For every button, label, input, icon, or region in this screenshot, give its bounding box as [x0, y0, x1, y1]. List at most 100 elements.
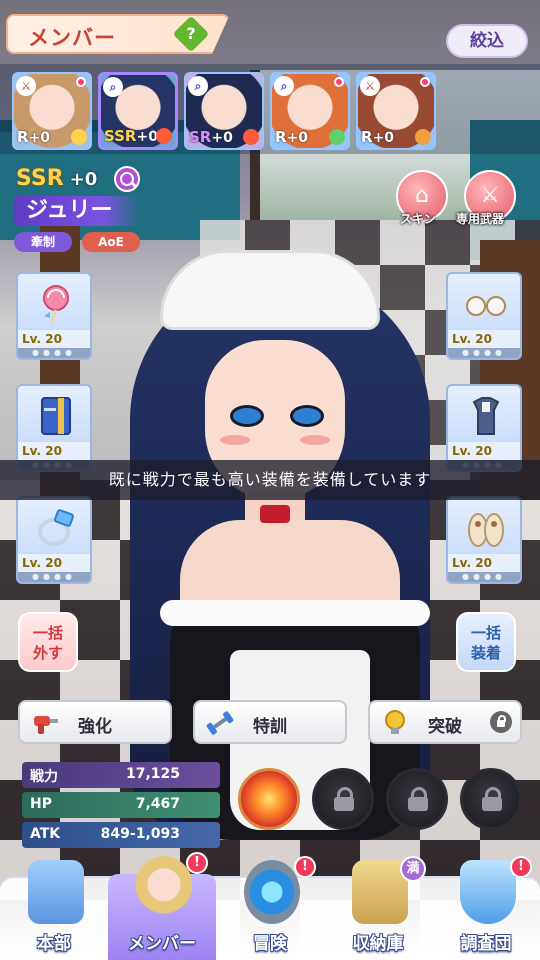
role-tag: AoE	[82, 232, 140, 252]
help-icon[interactable]: ?	[172, 15, 210, 53]
roster-card[interactable]: ⚔ R+0	[356, 72, 436, 150]
stat-atk: ATK 849-1,093	[22, 822, 220, 848]
equipment-slot-glasses[interactable]: Lv. 20 ●●●●	[446, 272, 522, 360]
equipment-level: Lv. 20	[448, 330, 520, 348]
roster-card[interactable]: ⌕ R+0	[270, 72, 350, 150]
alert-badge: !	[186, 852, 208, 874]
nav-item-members[interactable]: ! メンバー	[108, 852, 216, 960]
skin-label: スキン	[400, 212, 436, 226]
lock-icon	[334, 787, 354, 811]
ring-icon	[38, 509, 75, 546]
enhance-button[interactable]: 強化	[18, 700, 172, 744]
stat-hp: HP 7,467	[22, 792, 220, 818]
nav-item-storage[interactable]: 満 収納庫	[324, 856, 432, 960]
full-badge: 満	[400, 856, 426, 882]
character-ribbon	[260, 505, 290, 523]
bottom-nav: 本部 ! メンバー ! 冒険 満 収納庫 ! 調査団	[0, 852, 540, 960]
bulk-unequip-button[interactable]: 一括 外す	[18, 612, 78, 672]
skill-slot-active[interactable]	[238, 768, 300, 830]
stat-value: 7,467	[135, 796, 180, 812]
skill-slot-locked[interactable]	[312, 768, 374, 830]
roster-rarity: R+0	[17, 128, 51, 146]
equipment-slot-accessory[interactable]: Lv. 20 ●●●●	[16, 272, 92, 360]
bulk-equip-button[interactable]: 一括 装着	[456, 612, 516, 672]
train-label: 特訓	[253, 717, 287, 737]
filter-button[interactable]: 絞込	[446, 24, 528, 58]
roster-rarity: SSR+0	[104, 127, 158, 145]
skill-slot-locked[interactable]	[460, 768, 522, 830]
magnifier-icon: ⌕	[188, 76, 208, 96]
member-avatar-icon	[136, 856, 192, 920]
roster-card[interactable]: ⌕ SR+0	[184, 72, 264, 150]
equipment-slot-ring[interactable]: Lv. 20 ●●●●	[16, 496, 92, 584]
nav-item-investigation[interactable]: ! 調査団	[432, 856, 540, 960]
bulk-unequip-line2: 外す	[32, 644, 63, 662]
roster-rarity: R+0	[361, 128, 395, 146]
character-headdress	[160, 250, 380, 330]
roster-rarity: SR+0	[189, 128, 233, 146]
nav-label: 本部	[37, 934, 71, 954]
equipment-level: Lv. 20	[18, 442, 90, 460]
wind-element-icon	[329, 129, 345, 145]
alert-badge: !	[294, 856, 316, 878]
equipment-level: Lv. 20	[448, 442, 520, 460]
roster-rarity: R+0	[275, 128, 309, 146]
lock-icon	[490, 711, 512, 733]
bulk-equip-line2: 装着	[470, 644, 501, 662]
character-name: ジュリー	[14, 196, 140, 226]
stat-key: ATK	[30, 826, 61, 842]
stat-power: 戦力 17,125	[22, 762, 220, 788]
character-eye-left	[230, 405, 264, 427]
nav-label: 調査団	[460, 934, 512, 954]
roster-card-selected[interactable]: ⌕ SSR+0	[98, 72, 178, 150]
lock-icon	[482, 787, 502, 811]
lock-icon	[408, 787, 428, 811]
search-icon[interactable]	[114, 166, 140, 192]
equipment-slot-outfit[interactable]: Lv. 20 ●●●●	[446, 384, 522, 472]
equipment-slot-shoes[interactable]: Lv. 20 ●●●●	[446, 496, 522, 584]
character-blush-right	[300, 435, 330, 445]
magnifier-icon: ⌕	[103, 77, 123, 97]
sword-icon: ⚔	[16, 76, 36, 96]
star-element-icon	[71, 129, 87, 145]
nav-label: 収納庫	[352, 934, 404, 954]
nav-item-headquarters[interactable]: 本部	[0, 860, 108, 960]
glasses-icon	[466, 296, 506, 316]
equipment-level: Lv. 20	[18, 330, 90, 348]
character-plus-value: +0	[69, 169, 98, 190]
character-frill	[160, 600, 430, 626]
stat-value: 17,125	[125, 766, 180, 782]
alert-badge: !	[510, 856, 532, 878]
stat-value: 849-1,093	[100, 826, 180, 842]
nav-item-adventure[interactable]: ! 冒険	[216, 856, 324, 960]
fire-element-icon	[156, 128, 172, 144]
equipment-pips: ●●●●	[448, 348, 520, 358]
nav-label: 冒険	[253, 934, 287, 954]
bulk-equip-line1: 一括	[470, 624, 501, 642]
bulk-unequip-line1: 一括	[32, 624, 63, 642]
train-button[interactable]: 特訓	[193, 700, 347, 744]
equipment-level: Lv. 20	[448, 554, 520, 572]
equipment-slot-book[interactable]: Lv. 20 ●●●●	[16, 384, 92, 472]
fire-element-icon	[243, 129, 259, 145]
building-icon	[28, 860, 84, 924]
character-rarity: SSR +0	[16, 166, 97, 191]
equipment-level: Lv. 20	[18, 554, 90, 572]
equipment-pips: ●●●●	[18, 348, 90, 358]
roster-card[interactable]: ⚔ R+0	[12, 72, 92, 150]
breakthrough-button[interactable]: 突破	[368, 700, 522, 744]
magnifier-icon: ⌕	[274, 76, 294, 96]
notification-dot	[420, 77, 430, 87]
help-icon-glyph: ?	[186, 24, 196, 43]
sandals-icon	[468, 513, 504, 547]
equipment-pips: ●●●●	[448, 572, 520, 582]
roster-bar: ⚔ R+0 ⌕ SSR+0 ⌕ SR+0 ⌕ R+0 ⚔ R+0	[0, 64, 540, 154]
lollipop-icon	[43, 285, 69, 325]
portal-icon	[244, 860, 300, 924]
shield-icon	[460, 860, 516, 924]
role-tag: 牽制	[14, 232, 72, 252]
skill-slot-locked[interactable]	[386, 768, 448, 830]
enhance-label: 強化	[78, 717, 112, 737]
stat-key: 戦力	[30, 769, 58, 785]
notification-dot	[76, 77, 86, 87]
